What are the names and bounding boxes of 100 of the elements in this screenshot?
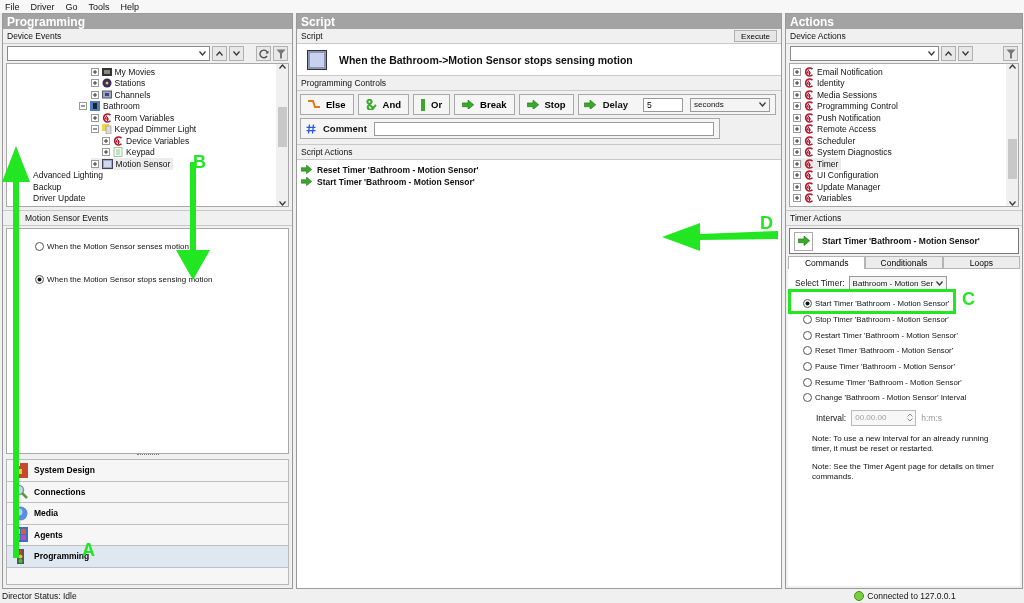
agent-icon xyxy=(113,135,123,146)
caret-down-icon xyxy=(936,280,944,286)
tree-item[interactable]: Motion Sensor xyxy=(90,158,174,170)
radio-option[interactable]: When the Motion Sensor stops sensing motion xyxy=(35,275,213,284)
tree-item[interactable]: Room Variables xyxy=(90,112,178,124)
plus-box-icon[interactable] xyxy=(90,67,99,76)
radio-icon[interactable] xyxy=(35,275,44,284)
tree-item[interactable]: Stations xyxy=(90,77,149,89)
tree-item[interactable]: Push Notification xyxy=(793,112,884,124)
connection-status: Connected to 127.0.0.1 xyxy=(854,591,956,601)
timer-dropdown[interactable]: Bathroom - Motion Ser xyxy=(848,276,948,290)
plus-box-icon[interactable] xyxy=(90,159,99,168)
menu-item[interactable]: Help xyxy=(120,1,140,12)
radio-icon[interactable] xyxy=(803,315,812,325)
minus-box-icon[interactable] xyxy=(90,125,99,134)
filter-button[interactable] xyxy=(1003,46,1018,61)
control-button[interactable]: Break xyxy=(454,94,515,115)
plus-box-icon[interactable] xyxy=(793,79,801,88)
delay-label[interactable]: Delay xyxy=(602,99,628,110)
radio-icon[interactable] xyxy=(803,362,812,372)
previous-button[interactable] xyxy=(941,46,956,61)
filter-button[interactable] xyxy=(273,46,288,61)
radio-icon[interactable] xyxy=(803,346,812,356)
tree-item[interactable]: Backup xyxy=(33,181,65,193)
plus-box-icon[interactable] xyxy=(793,67,801,76)
arrow-right-icon xyxy=(526,99,539,110)
tree-item[interactable]: System Diagnostics xyxy=(793,146,895,158)
previous-button[interactable] xyxy=(212,46,227,61)
radio-icon[interactable] xyxy=(803,299,812,309)
tree-item[interactable]: Variables xyxy=(793,192,855,204)
tree-item[interactable]: UI Configuration xyxy=(793,169,882,181)
search-field[interactable] xyxy=(7,46,210,61)
tree-item[interactable]: Programming Control xyxy=(793,100,901,112)
search-field[interactable] xyxy=(790,46,939,61)
radio-icon[interactable] xyxy=(803,377,812,387)
script-action[interactable]: Start Timer 'Bathroom - Motion Sensor' xyxy=(301,176,475,187)
tree-item[interactable]: Timer xyxy=(793,158,842,170)
plus-box-icon[interactable] xyxy=(793,102,801,111)
execute-button[interactable]: Execute xyxy=(734,30,777,42)
control-button[interactable]: Else xyxy=(300,94,354,115)
tree-item[interactable]: Email Notification xyxy=(793,66,886,78)
scrollbar[interactable] xyxy=(1006,64,1018,206)
tree-item[interactable]: Channels xyxy=(90,89,154,101)
radio-icon[interactable] xyxy=(803,393,812,403)
plus-box-icon[interactable] xyxy=(90,90,99,99)
arrow-right-icon xyxy=(301,165,312,174)
script-action[interactable]: Reset Timer 'Bathroom - Motion Sensor' xyxy=(301,164,479,175)
plus-box-icon[interactable] xyxy=(90,79,99,88)
tree-item[interactable]: Advanced Lighting xyxy=(33,169,106,181)
plus-box-icon[interactable] xyxy=(90,113,99,122)
film-icon xyxy=(101,66,112,77)
plus-box-icon[interactable] xyxy=(102,136,110,145)
field-label: Select Timer: xyxy=(795,278,845,288)
plus-box-icon[interactable] xyxy=(793,171,801,180)
agent-icon xyxy=(804,124,814,135)
plus-box-icon[interactable] xyxy=(793,148,801,157)
plus-box-icon[interactable] xyxy=(793,125,801,134)
tree-item[interactable]: My Movies xyxy=(90,66,159,78)
plus-box-icon[interactable] xyxy=(793,182,801,191)
unit-dropdown[interactable]: seconds xyxy=(690,97,770,112)
menu-item[interactable]: File xyxy=(5,1,20,12)
comment-field[interactable] xyxy=(373,121,714,136)
next-button[interactable] xyxy=(229,46,244,61)
caret-down-icon xyxy=(1008,201,1016,206)
tree-item[interactable]: Device Variables xyxy=(102,135,193,147)
tree-item[interactable]: Keypad Dimmer Light xyxy=(90,123,200,135)
tree-item[interactable]: Keypad xyxy=(102,146,158,158)
plus-box-icon[interactable] xyxy=(793,90,801,99)
tree-item[interactable]: Media Sessions xyxy=(793,89,880,101)
tree-item[interactable]: Bathroom xyxy=(79,100,143,112)
plus-box-icon[interactable] xyxy=(793,194,801,203)
menu-item[interactable]: Tools xyxy=(88,1,110,12)
radio-option[interactable]: When the Motion Sensor senses motion xyxy=(35,242,189,251)
plus-box-icon[interactable] xyxy=(793,159,801,168)
tab[interactable]: Loops xyxy=(942,256,1020,269)
plus-box-icon[interactable] xyxy=(793,113,801,122)
control-button[interactable]: Or xyxy=(413,94,451,115)
plus-box-icon[interactable] xyxy=(793,136,801,145)
tree-item[interactable]: Identity xyxy=(793,77,848,89)
control-button[interactable]: Stop xyxy=(518,94,574,115)
plus-box-icon[interactable] xyxy=(102,148,110,157)
control-button[interactable]: And xyxy=(357,94,409,115)
next-button[interactable] xyxy=(958,46,973,61)
spinner-icon xyxy=(907,413,914,423)
scrollbar-thumb[interactable] xyxy=(1007,139,1017,179)
menu-item[interactable]: Go xyxy=(65,1,78,12)
tree-item[interactable]: Update Manager xyxy=(793,181,884,193)
tab[interactable]: Conditionals xyxy=(865,256,943,269)
radio-icon[interactable] xyxy=(803,330,812,340)
delay-field[interactable]: 5 xyxy=(643,97,683,112)
scrollbar[interactable] xyxy=(276,64,288,206)
menu-item[interactable]: Driver xyxy=(30,1,55,12)
tab[interactable]: Commands xyxy=(788,256,866,269)
tree-item[interactable]: Driver Update xyxy=(33,192,89,204)
tree-item[interactable]: Remote Access xyxy=(793,123,880,135)
minus-box-icon[interactable] xyxy=(79,102,87,111)
radio-icon[interactable] xyxy=(35,242,44,251)
refresh-button[interactable] xyxy=(256,46,271,61)
scrollbar-thumb[interactable] xyxy=(277,107,287,147)
tree-item[interactable]: Scheduler xyxy=(793,135,859,147)
